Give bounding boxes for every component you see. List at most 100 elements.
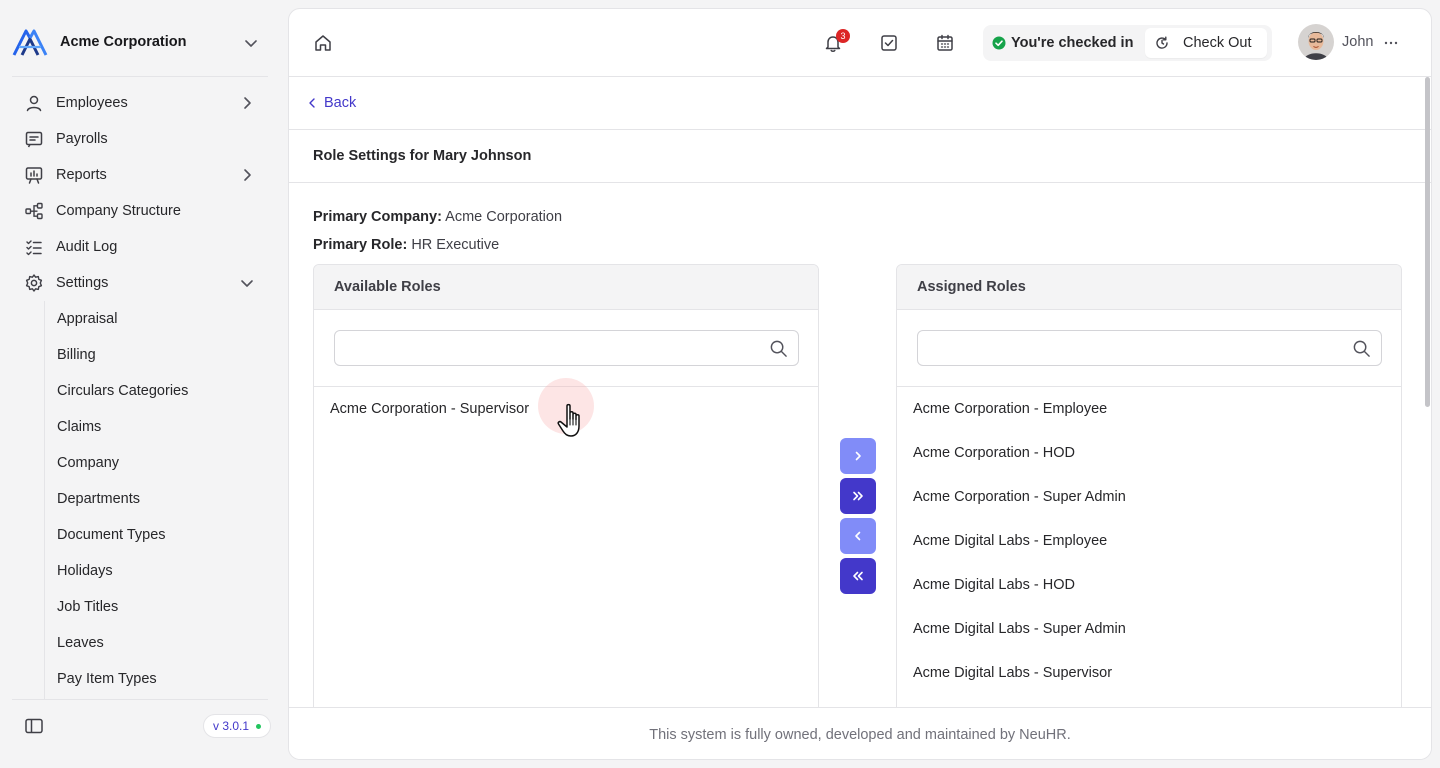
available-roles-panel: Available Roles Acme Corporation - Super…: [313, 264, 819, 724]
sidebar-item-label: Employees: [56, 95, 128, 111]
assigned-role-item[interactable]: Acme Digital Labs - Supervisor: [897, 651, 1401, 695]
move-all-right-button[interactable]: [840, 478, 876, 514]
primary-role: Primary Role: HR Executive: [313, 237, 499, 253]
more-icon[interactable]: [1383, 33, 1399, 53]
settings-submenu: Appraisal Billing Circulars Categories C…: [44, 301, 268, 699]
calendar-icon[interactable]: [935, 33, 955, 53]
sidebar-item-reports[interactable]: Reports: [12, 157, 268, 193]
page-title: Role Settings for Mary Johnson: [313, 148, 532, 164]
home-icon[interactable]: [313, 33, 333, 53]
settings-item-leaves[interactable]: Leaves: [45, 625, 268, 661]
settings-item-appraisal[interactable]: Appraisal: [45, 301, 268, 337]
footer: This system is fully owned, developed an…: [289, 707, 1431, 759]
settings-item-pay-item-types[interactable]: Pay Item Types: [45, 661, 268, 697]
sidebar-item-label: Audit Log: [56, 239, 118, 255]
sidebar-item-label: Settings: [56, 275, 109, 291]
assigned-roles-panel: Assigned Roles Acme Corporation - Employ…: [896, 264, 1402, 724]
structure-icon: [25, 202, 43, 220]
move-left-icon: [855, 531, 861, 541]
payroll-icon: [25, 131, 43, 148]
clock-out-icon: [1156, 36, 1168, 49]
version-badge: v 3.0.1: [203, 714, 272, 738]
primary-company-label: Primary Company:: [313, 209, 442, 225]
reports-icon: [25, 167, 43, 184]
assigned-role-item[interactable]: Acme Corporation - HOD: [897, 431, 1401, 475]
user-icon: [26, 95, 42, 112]
sidebar-item-label: Reports: [56, 167, 107, 183]
back-label: Back: [324, 95, 357, 111]
divider: [12, 76, 268, 77]
settings-item-claims[interactable]: Claims: [45, 409, 268, 445]
company-switcher[interactable]: Acme Corporation: [12, 24, 268, 60]
move-left-button[interactable]: [840, 518, 876, 554]
available-roles-search: [334, 330, 799, 366]
settings-item-holidays[interactable]: Holidays: [45, 553, 268, 589]
settings-item-company[interactable]: Company: [45, 445, 268, 481]
move-right-icon: [855, 451, 861, 461]
assigned-role-item[interactable]: Acme Digital Labs - HOD: [897, 563, 1401, 607]
move-all-left-button[interactable]: [840, 558, 876, 594]
available-roles-title: Available Roles: [314, 265, 818, 310]
sidebar-item-label: Company Structure: [56, 203, 181, 219]
settings-item-circulars-categories[interactable]: Circulars Categories: [45, 373, 268, 409]
sidebar-item-settings[interactable]: Settings: [12, 265, 268, 301]
chevron-right-icon: [244, 97, 251, 109]
notification-badge: 3: [836, 29, 850, 43]
chevron-down-icon: [241, 280, 253, 287]
version-label: v 3.0.1: [213, 719, 250, 733]
top-bar: 3 You're checked in Check Out John: [289, 9, 1431, 77]
available-roles-search-input[interactable]: [335, 331, 755, 365]
assigned-role-item[interactable]: Acme Corporation - Super Admin: [897, 475, 1401, 519]
available-roles-list: Acme Corporation - Supervisor: [314, 387, 818, 431]
sidebar-item-company-structure[interactable]: Company Structure: [12, 193, 268, 229]
scrollbar[interactable]: [1423, 77, 1431, 707]
user-name: John: [1342, 34, 1374, 50]
gear-icon: [25, 274, 43, 292]
sidebar: Acme Corporation Employees Payrolls Repo…: [0, 0, 280, 768]
chevron-down-icon: [245, 40, 257, 47]
check-out-label: Check Out: [1183, 35, 1252, 51]
assigned-roles-list: Acme Corporation - Employee Acme Corpora…: [897, 387, 1401, 695]
checkin-status: You're checked in Check Out: [983, 25, 1272, 61]
search-icon[interactable]: [1352, 339, 1371, 358]
audit-log-icon: [26, 240, 42, 256]
back-bar: Back: [289, 77, 1431, 130]
settings-item-departments[interactable]: Departments: [45, 481, 268, 517]
primary-company-value: Acme Corporation: [445, 209, 563, 225]
assigned-roles-title: Assigned Roles: [897, 265, 1401, 310]
settings-item-job-titles[interactable]: Job Titles: [45, 589, 268, 625]
assigned-role-item[interactable]: Acme Digital Labs - Super Admin: [897, 607, 1401, 651]
acme-logo-icon: [12, 29, 48, 56]
chevron-left-icon: [309, 98, 315, 108]
primary-role-value: HR Executive: [411, 237, 500, 253]
sidebar-item-employees[interactable]: Employees: [12, 85, 268, 121]
checkin-label: You're checked in: [1011, 35, 1134, 51]
sidebar-item-payrolls[interactable]: Payrolls: [12, 121, 268, 157]
check-out-button[interactable]: Check Out: [1145, 28, 1267, 58]
assigned-roles-search: [917, 330, 1382, 366]
sidebar-toggle-icon[interactable]: [24, 716, 44, 736]
task-check-icon[interactable]: [879, 33, 899, 53]
avatar-icon: [1298, 24, 1334, 60]
assigned-role-item[interactable]: Acme Corporation - Employee: [897, 387, 1401, 431]
available-role-item[interactable]: Acme Corporation - Supervisor: [314, 387, 818, 431]
search-icon[interactable]: [769, 339, 788, 358]
assigned-roles-search-input[interactable]: [918, 331, 1338, 365]
check-circle-icon: [992, 36, 1006, 50]
assigned-role-item[interactable]: Acme Digital Labs - Employee: [897, 519, 1401, 563]
main-panel: 3 You're checked in Check Out John Back …: [288, 8, 1432, 760]
primary-role-label: Primary Role:: [313, 237, 408, 253]
chevron-right-icon: [244, 169, 251, 181]
settings-item-document-types[interactable]: Document Types: [45, 517, 268, 553]
scrollbar-thumb[interactable]: [1425, 77, 1430, 407]
avatar[interactable]: [1298, 24, 1334, 60]
sidebar-item-label: Payrolls: [56, 131, 108, 147]
back-link[interactable]: Back: [306, 95, 356, 111]
primary-company: Primary Company: Acme Corporation: [313, 209, 562, 225]
sidebar-item-audit-log[interactable]: Audit Log: [12, 229, 268, 265]
title-bar: Role Settings for Mary Johnson: [289, 130, 1431, 183]
settings-item-billing[interactable]: Billing: [45, 337, 268, 373]
move-right-button[interactable]: [840, 438, 876, 474]
sidebar-nav: Employees Payrolls Reports Company Struc…: [12, 85, 268, 301]
status-dot: [256, 723, 262, 729]
